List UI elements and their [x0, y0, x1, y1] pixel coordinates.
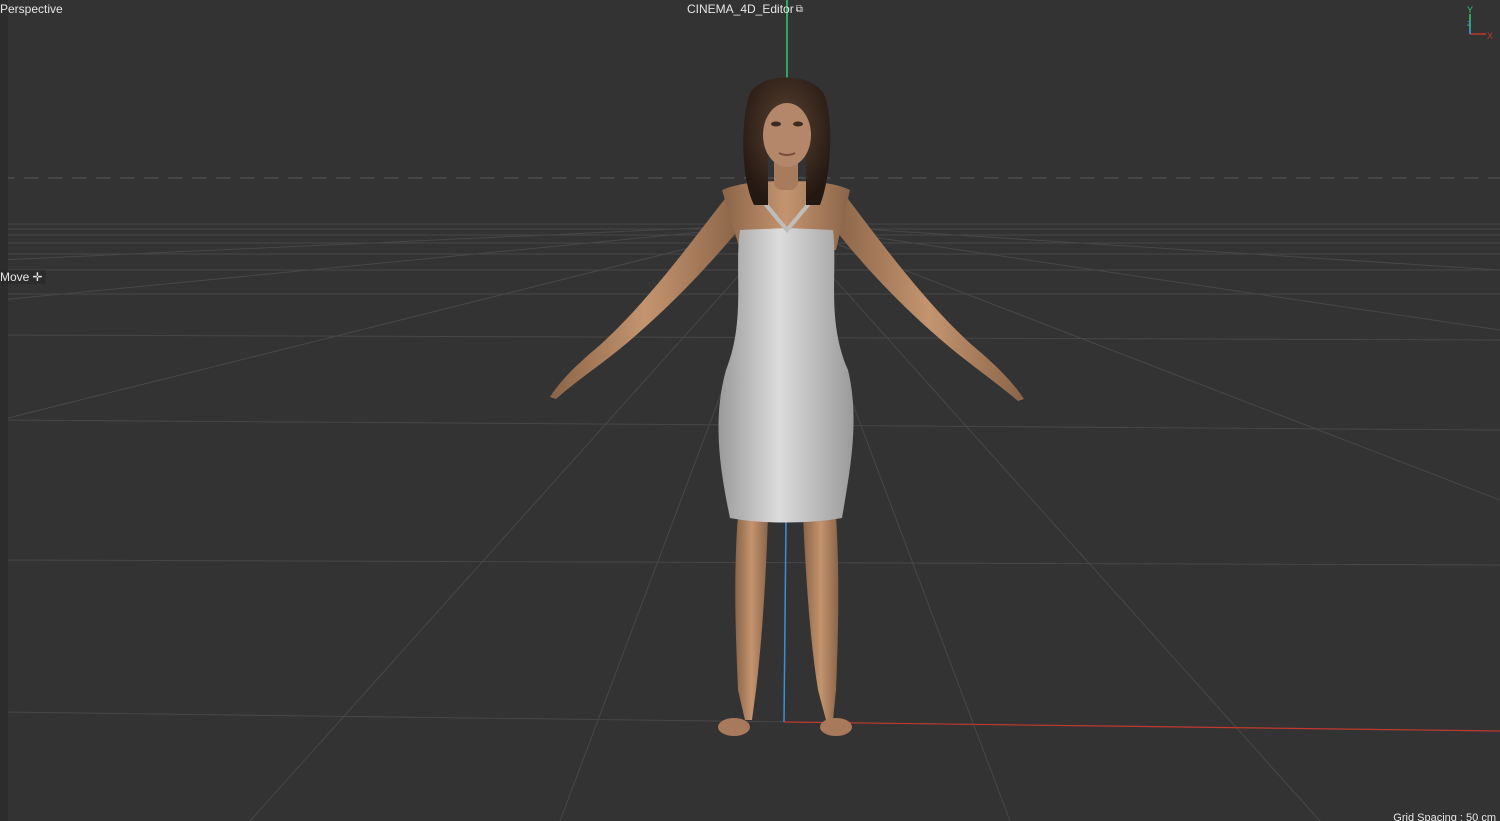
camera-label[interactable]: CINEMA_4D_Editor ⧉ — [687, 2, 803, 17]
right-eye — [793, 121, 803, 127]
view-name-text: Perspective — [0, 2, 63, 16]
left-leg — [735, 515, 768, 720]
right-foot — [820, 718, 852, 736]
left-arm — [550, 195, 740, 399]
active-tool-text: Move — [0, 270, 30, 284]
gizmo-y-label: Y — [1467, 5, 1473, 15]
dress — [718, 228, 854, 523]
left-foot — [718, 718, 750, 736]
grid-spacing-label: Grid Spacing : 50 cm — [1393, 811, 1496, 821]
view-name-label[interactable]: Perspective — [0, 2, 63, 16]
viewport-left-edge — [0, 0, 8, 821]
camera-name-text: CINEMA_4D_Editor — [687, 2, 794, 16]
z-axis-line — [783, 519, 787, 723]
active-tool-label: Move ✛ — [0, 270, 47, 284]
move-cross-icon: ✛ — [32, 270, 43, 284]
viewport-scene[interactable] — [0, 0, 1500, 821]
right-leg — [803, 515, 839, 720]
right-arm — [834, 195, 1024, 401]
left-eye — [771, 121, 781, 127]
gizmo-z-label: Z — [1467, 21, 1472, 28]
camera-link-icon[interactable]: ⧉ — [796, 3, 803, 17]
3d-viewport[interactable]: Perspective CINEMA_4D_Editor ⧉ Move ✛ Grid… — [0, 0, 1500, 821]
gizmo-x-label: X — [1487, 31, 1493, 41]
axis-gizmo: Y Z X — [1467, 5, 1493, 41]
face — [763, 103, 811, 167]
x-axis-line — [783, 721, 1500, 732]
grid-spacing-text: Grid Spacing : 50 cm — [1393, 812, 1496, 821]
